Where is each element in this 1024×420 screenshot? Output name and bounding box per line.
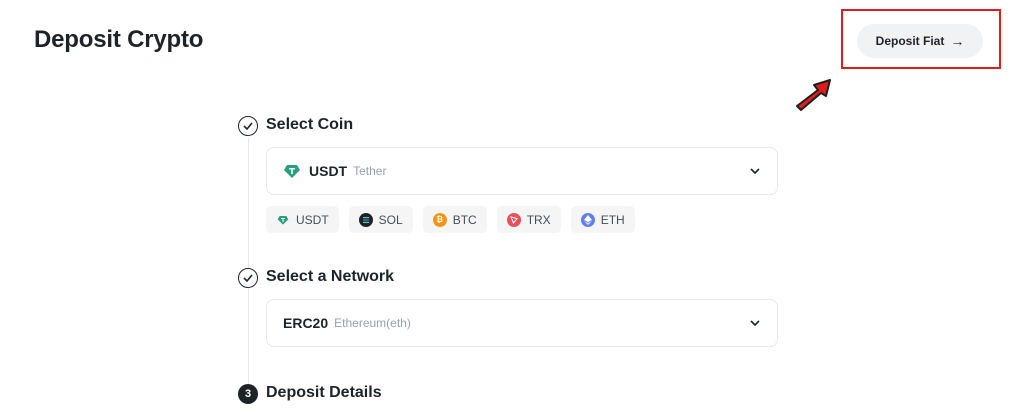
coin-select-dropdown[interactable]: USDT Tether [266, 147, 778, 195]
coin-chip-label: USDT [296, 212, 329, 227]
network-select-dropdown[interactable]: ERC20 Ethereum(eth) [266, 299, 778, 347]
step-title-select-coin: Select Coin [266, 116, 354, 133]
coin-chip-usdt[interactable]: USDT [266, 206, 339, 233]
chevron-down-icon [750, 168, 760, 175]
ethereum-icon [580, 212, 595, 227]
coin-chip-btc[interactable]: ₿ BTC [422, 206, 487, 233]
step-done-check-icon [238, 268, 258, 288]
selected-network-code: ERC20 [283, 315, 329, 331]
step-number-badge: 3 [238, 384, 258, 404]
selected-network-name: Ethereum(eth) [334, 316, 411, 330]
quick-coin-chips: USDT SOL ₿ BTC TRX ETH [266, 206, 635, 233]
tether-icon [276, 213, 290, 227]
chevron-down-icon [750, 320, 760, 327]
bitcoin-icon: ₿ [432, 212, 447, 227]
coin-chip-trx[interactable]: TRX [496, 206, 561, 233]
deposit-fiat-button[interactable]: Deposit Fiat → [857, 24, 983, 58]
coin-chip-label: SOL [378, 212, 403, 227]
steps-timeline [248, 138, 249, 388]
coin-chip-eth[interactable]: ETH [570, 206, 635, 233]
annotation-arrow-icon [796, 79, 831, 111]
step-title-select-network: Select a Network [266, 268, 395, 285]
step-done-check-icon [238, 116, 258, 136]
coin-chip-label: BTC [452, 212, 477, 227]
coin-chip-label: TRX [526, 212, 551, 227]
deposit-fiat-label: Deposit Fiat [875, 34, 945, 48]
coin-chip-sol[interactable]: SOL [348, 206, 413, 233]
tether-icon [284, 165, 300, 178]
arrow-right-icon: → [950, 33, 965, 49]
page-title: Deposit Crypto [34, 26, 204, 53]
step-title-deposit-details: Deposit Details [266, 384, 382, 401]
tron-icon [506, 212, 521, 227]
selected-coin-name: Tether [353, 164, 387, 178]
solana-icon [358, 212, 373, 227]
coin-chip-label: ETH [600, 212, 625, 227]
selected-coin-symbol: USDT [309, 163, 348, 179]
